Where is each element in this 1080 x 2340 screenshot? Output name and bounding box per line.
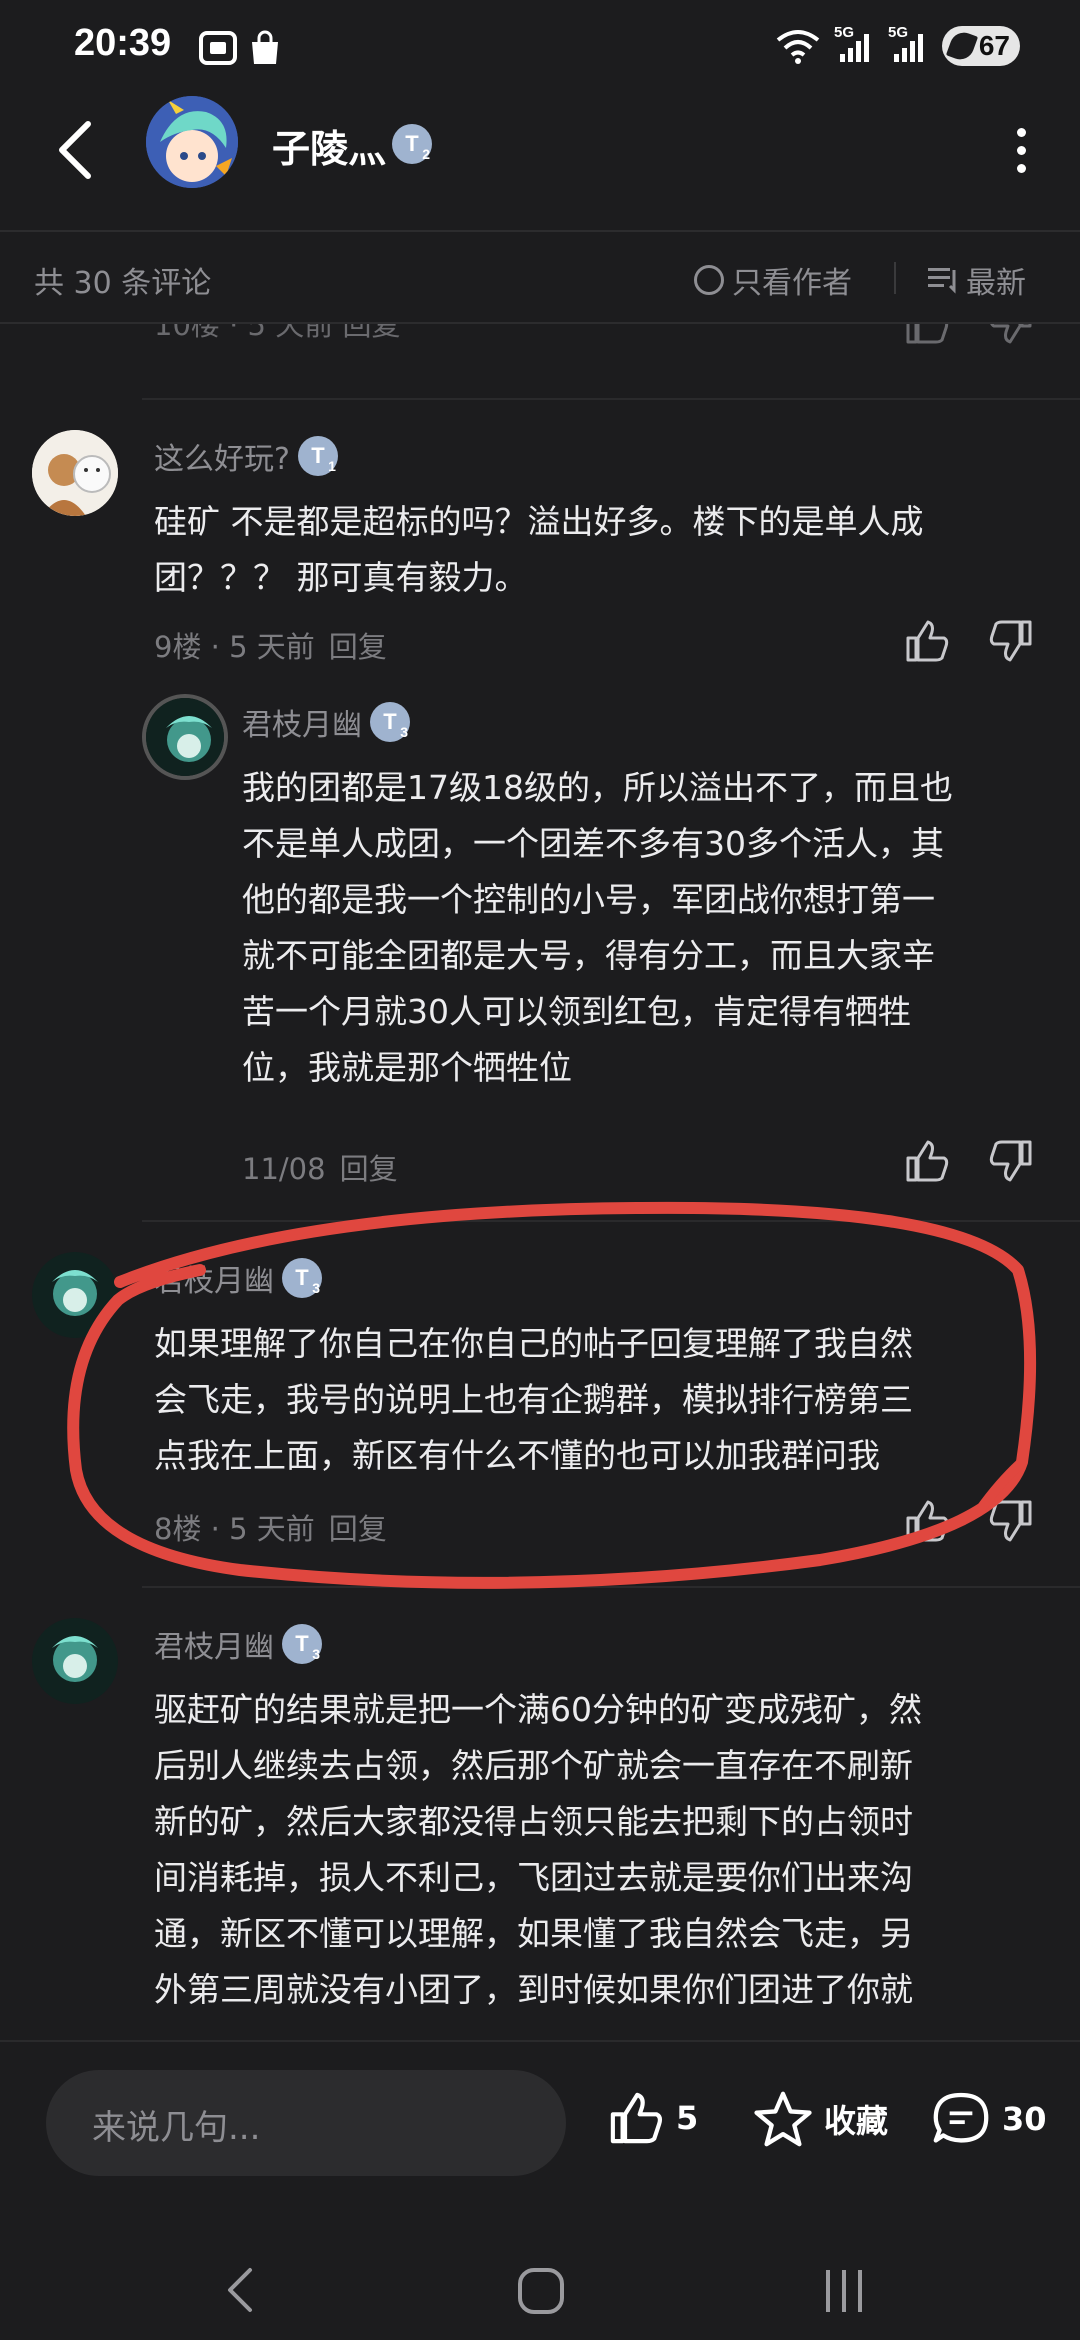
comment-reply-item: 君枝月幽 T3 我的团都是17级18级的，所以溢出不了，而且也 不是单人成团，一… [0,680,1080,1210]
nav-recents-icon[interactable] [822,2268,868,2314]
comment-filter-bar: 共 30 条评论 只看作者 最新 [0,234,1080,322]
screenshot-icon [199,31,237,65]
thumbs-down-icon[interactable] [988,1138,1034,1184]
commenter-avatar[interactable] [142,694,228,780]
comment-text: 我的团都是17级18级的，所以溢出不了，而且也 不是单人成团，一个团差不多有30… [242,768,953,1087]
status-time: 20:39 [74,22,172,64]
status-bar: 20:39 5G 5G 67 [0,0,1080,96]
comment-count: 共 30 条评论 [34,266,212,301]
comment-input[interactable]: 来说几句... [46,2070,566,2176]
signal-icon-2: 5G [888,24,928,64]
favorite-button[interactable]: 收藏 [752,2090,888,2148]
nav-back-icon[interactable] [222,2264,258,2316]
commenter-avatar[interactable] [32,1252,118,1338]
level-badge-icon: T3 [282,1258,322,1298]
thumbs-down-icon[interactable] [988,618,1034,664]
comment-meta: 8楼 · 5 天前 [154,1512,315,1546]
more-options-icon[interactable] [1014,128,1028,174]
thumbs-down-icon[interactable] [988,324,1034,346]
reply-link[interactable]: 回复 [329,630,387,664]
page-title: 子陵灬 [272,127,387,171]
only-author-toggle[interactable]: 只看作者 [694,258,852,302]
like-post-button[interactable]: 5 [606,2090,698,2146]
comment-item: 君枝月幽 T3 驱赶矿的结果就是把一个满60分钟的矿变成残矿，然 后别人继续去占… [0,1588,1080,2040]
wifi-icon [776,30,820,64]
comments-button[interactable]: 30 [930,2090,1047,2148]
author-avatar[interactable] [146,96,238,188]
thumbs-up-icon [610,2092,662,2144]
radio-circle-icon [694,265,724,295]
reply-link[interactable]: 回复 [329,1512,387,1546]
comment-item: 君枝月幽 T3 如果理解了你自己在你自己的帖子回复理解了我自然 会飞走，我号的说… [0,1222,1080,1582]
comment-text: 硅矿 不是都是超标的吗？溢出好多。楼下的是单人成 团？？？ 那可真有毅力。 [154,502,924,597]
shopping-bag-icon [252,30,278,64]
comment-text: 如果理解了你自己在你自己的帖子回复理解了我自然 会飞走，我号的说明上也有企鹅群，… [154,1324,913,1475]
star-icon [754,2091,812,2147]
signal-icon-1: 5G [834,24,874,64]
level-badge-icon: T3 [370,702,410,742]
comment-item: 这么好玩? T1 硅矿 不是都是超标的吗？溢出好多。楼下的是单人成 团？？？ 那… [0,400,1080,680]
app-header: 子陵灬 T2 [0,96,1080,230]
commenter-name[interactable]: 这么好玩? [154,434,290,478]
level-badge-icon: T2 [392,124,432,164]
level-badge-icon: T1 [297,436,338,476]
like-count: 5 [676,2099,699,2137]
leaf-icon [945,28,979,64]
back-arrow-icon[interactable] [52,118,100,182]
sort-button[interactable]: 最新 [928,258,1026,302]
commenter-avatar[interactable] [32,430,118,516]
thumbs-down-icon[interactable] [988,1498,1034,1544]
comment-bubble-icon [933,2092,989,2143]
header-divider [0,230,1080,232]
nav-home-icon[interactable] [516,2266,566,2316]
comment-count-label: 30 [1002,2100,1047,2138]
battery-indicator: 67 [942,26,1020,66]
system-nav-bar [0,2240,1080,2340]
thumbs-up-icon[interactable] [904,618,950,664]
reply-link[interactable]: 回复 [340,1152,398,1186]
comment-text: 驱赶矿的结果就是把一个满60分钟的矿变成残矿，然 后别人继续去占领，然后那个矿就… [154,1690,922,2009]
commenter-avatar[interactable] [32,1618,118,1704]
sort-list-icon [928,268,956,294]
filter-separator [894,262,896,294]
clipped-previous-comment: 10楼 · 5 天前 回复 [0,324,1080,360]
bottom-action-bar: 来说几句... 5 收藏 30 [0,2040,1080,2240]
commenter-name[interactable]: 君枝月幽 [154,1256,274,1300]
commenter-name[interactable]: 君枝月幽 [242,700,362,744]
thumbs-up-icon[interactable] [904,1138,950,1184]
comment-meta: 9楼 · 5 天前 [154,630,315,664]
favorite-label: 收藏 [824,2102,889,2140]
level-badge-icon: T3 [282,1624,322,1664]
thumbs-up-icon[interactable] [904,1498,950,1544]
commenter-name[interactable]: 君枝月幽 [154,1622,274,1666]
thumbs-up-icon[interactable] [904,324,950,346]
comment-meta: 11/08 [242,1152,326,1186]
